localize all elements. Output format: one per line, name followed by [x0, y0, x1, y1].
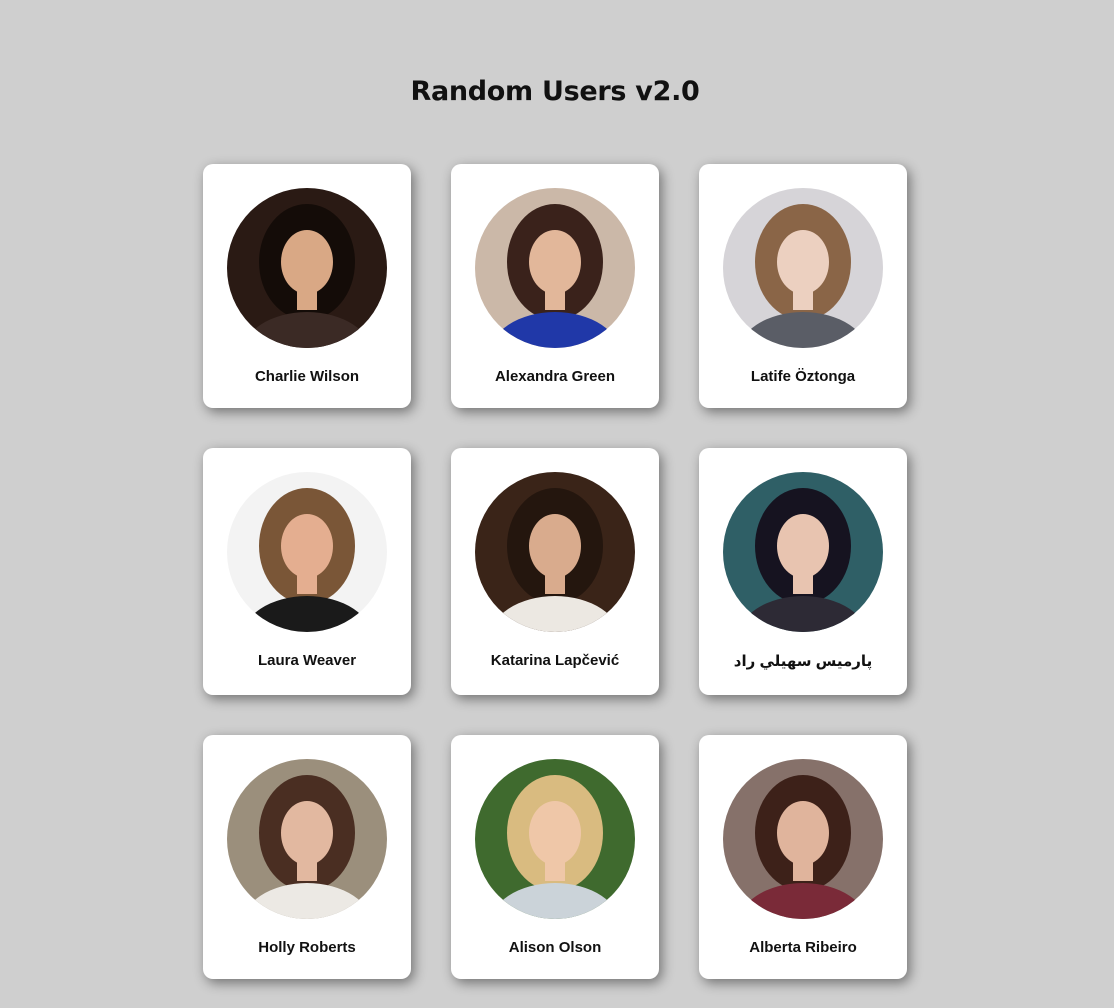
- avatar-portrait: [475, 759, 635, 919]
- user-name: Katarina Lapčević: [490, 652, 620, 669]
- avatar-portrait: [475, 472, 635, 632]
- avatar: [227, 188, 387, 348]
- user-card[interactable]: Charlie Wilson: [203, 164, 411, 408]
- avatar: [475, 472, 635, 632]
- user-name: Charlie Wilson: [254, 368, 360, 385]
- user-card[interactable]: Laura Weaver: [203, 448, 411, 695]
- user-name: Alison Olson: [508, 939, 602, 956]
- avatar: [475, 759, 635, 919]
- avatar-portrait: [227, 472, 387, 632]
- user-name: Alberta Ribeiro: [749, 939, 857, 956]
- user-name: Laura Weaver: [257, 652, 357, 669]
- avatar: [227, 759, 387, 919]
- user-card[interactable]: Katarina Lapčević: [451, 448, 659, 695]
- page-title: Random Users v2.0: [410, 76, 700, 107]
- user-name: Latife Öztonga: [750, 368, 856, 385]
- avatar-portrait: [475, 188, 635, 348]
- user-card[interactable]: Alberta Ribeiro: [699, 735, 907, 979]
- user-card[interactable]: Latife Öztonga: [699, 164, 907, 408]
- avatar-portrait: [227, 188, 387, 348]
- user-card[interactable]: Holly Roberts: [203, 735, 411, 979]
- user-name: پارمیس سهيلي راد: [733, 653, 873, 670]
- avatar-portrait: [723, 472, 883, 632]
- avatar: [475, 188, 635, 348]
- avatar-portrait: [723, 759, 883, 919]
- avatar: [723, 188, 883, 348]
- avatar-portrait: [227, 759, 387, 919]
- user-card[interactable]: Alexandra Green: [451, 164, 659, 408]
- avatar: [723, 472, 883, 632]
- user-card[interactable]: Alison Olson: [451, 735, 659, 979]
- user-card[interactable]: پارمیس سهيلي راد: [699, 448, 907, 695]
- user-name: Alexandra Green: [494, 368, 616, 385]
- avatar: [723, 759, 883, 919]
- avatar-portrait: [723, 188, 883, 348]
- avatar: [227, 472, 387, 632]
- user-name: Holly Roberts: [258, 939, 356, 956]
